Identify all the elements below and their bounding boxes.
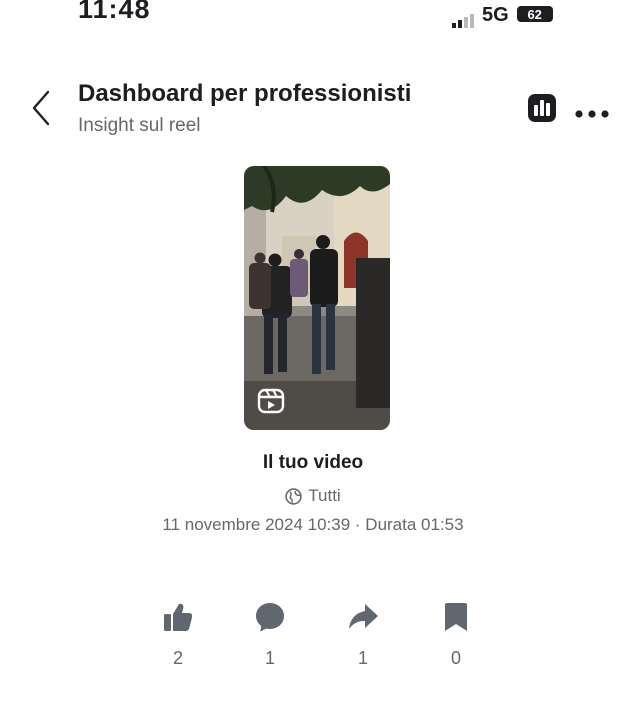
ellipsis-icon [575,110,609,118]
saves-count: 0 [450,648,461,668]
video-title: Il tuo video [262,452,364,473]
audience-text: Tutti [308,486,341,505]
thumbs-up-icon [164,603,193,631]
more-options-button[interactable] [574,106,610,118]
status-indicators: 5G 62 [452,4,553,37]
page-title: Dashboard per professionisti [78,80,412,107]
bookmark-icon [445,603,467,631]
chevron-left-icon [32,90,50,126]
battery-icon: 62 [516,6,553,22]
battery-level: 62 [527,6,542,22]
back-button[interactable] [26,88,58,128]
saves-stat[interactable]: 0 [426,600,486,669]
globe-icon [285,487,302,505]
bar-chart-icon [528,94,556,122]
share-arrow-icon [349,604,378,629]
audience-label: Tutti [0,486,626,506]
reel-icon [257,388,285,414]
comments-count: 1 [264,648,275,668]
video-thumbnail[interactable] [244,166,390,430]
shares-stat[interactable]: 1 [333,600,393,669]
page-subtitle: Insight sul reel [78,115,201,136]
signal-icon [452,14,474,28]
network-type: 5G [482,4,509,26]
status-bar: 11:48 5G 62 [0,0,626,40]
likes-stat[interactable]: 2 [148,600,208,669]
status-time: 11:48 [78,0,151,24]
shares-count: 1 [357,648,368,668]
comments-stat[interactable]: 1 [240,600,300,669]
comment-bubble-icon [256,603,284,632]
page-header: Dashboard per professionisti Insight sul… [0,78,626,148]
video-meta: 11 novembre 2024 10:39 · Durata 01:53 [162,515,464,534]
likes-count: 2 [172,648,183,668]
insights-button[interactable] [528,94,556,122]
